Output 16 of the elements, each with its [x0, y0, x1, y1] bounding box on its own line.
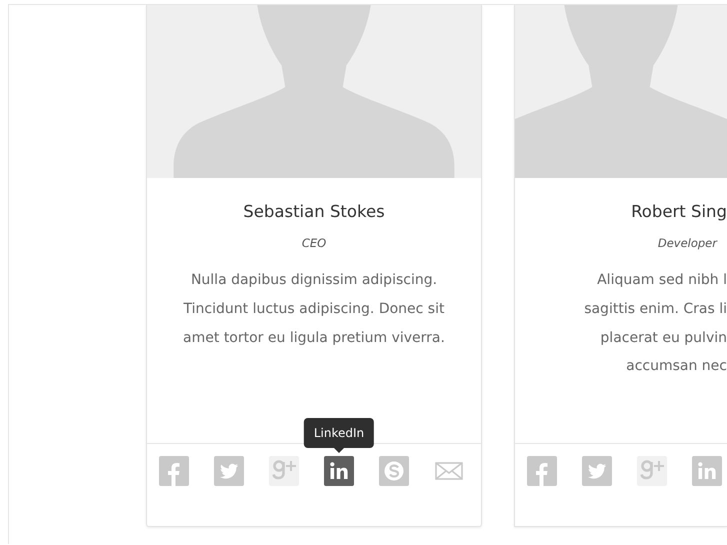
- twitter-icon[interactable]: [214, 456, 244, 486]
- tooltip: LinkedIn: [304, 418, 374, 448]
- google-plus-icon[interactable]: [269, 456, 299, 486]
- facebook-icon[interactable]: [159, 456, 189, 486]
- google-plus-icon[interactable]: [637, 456, 667, 486]
- member-description: Nulla dapibus dignissim adipiscing. Tincidunt luctus adipiscing. Donec sit amet tortor eu ligula pretium viverra.: [182, 271, 446, 348]
- twitter-icon[interactable]: [582, 456, 612, 486]
- member-name: Robert Sing: [631, 201, 727, 223]
- member-role: CEO: [302, 235, 326, 251]
- member-role: Developer: [658, 235, 717, 251]
- skype-icon[interactable]: [379, 456, 409, 486]
- linkedin-icon[interactable]: [324, 456, 354, 486]
- tooltip-arrow-icon: [334, 448, 344, 453]
- member-description: Aliquam sed nibh l sagittis enim. Cras li placerat eu pulvin accumsan nec: [584, 271, 727, 376]
- facebook-icon[interactable]: [527, 456, 557, 486]
- member-name: Sebastian Stokes: [243, 201, 385, 223]
